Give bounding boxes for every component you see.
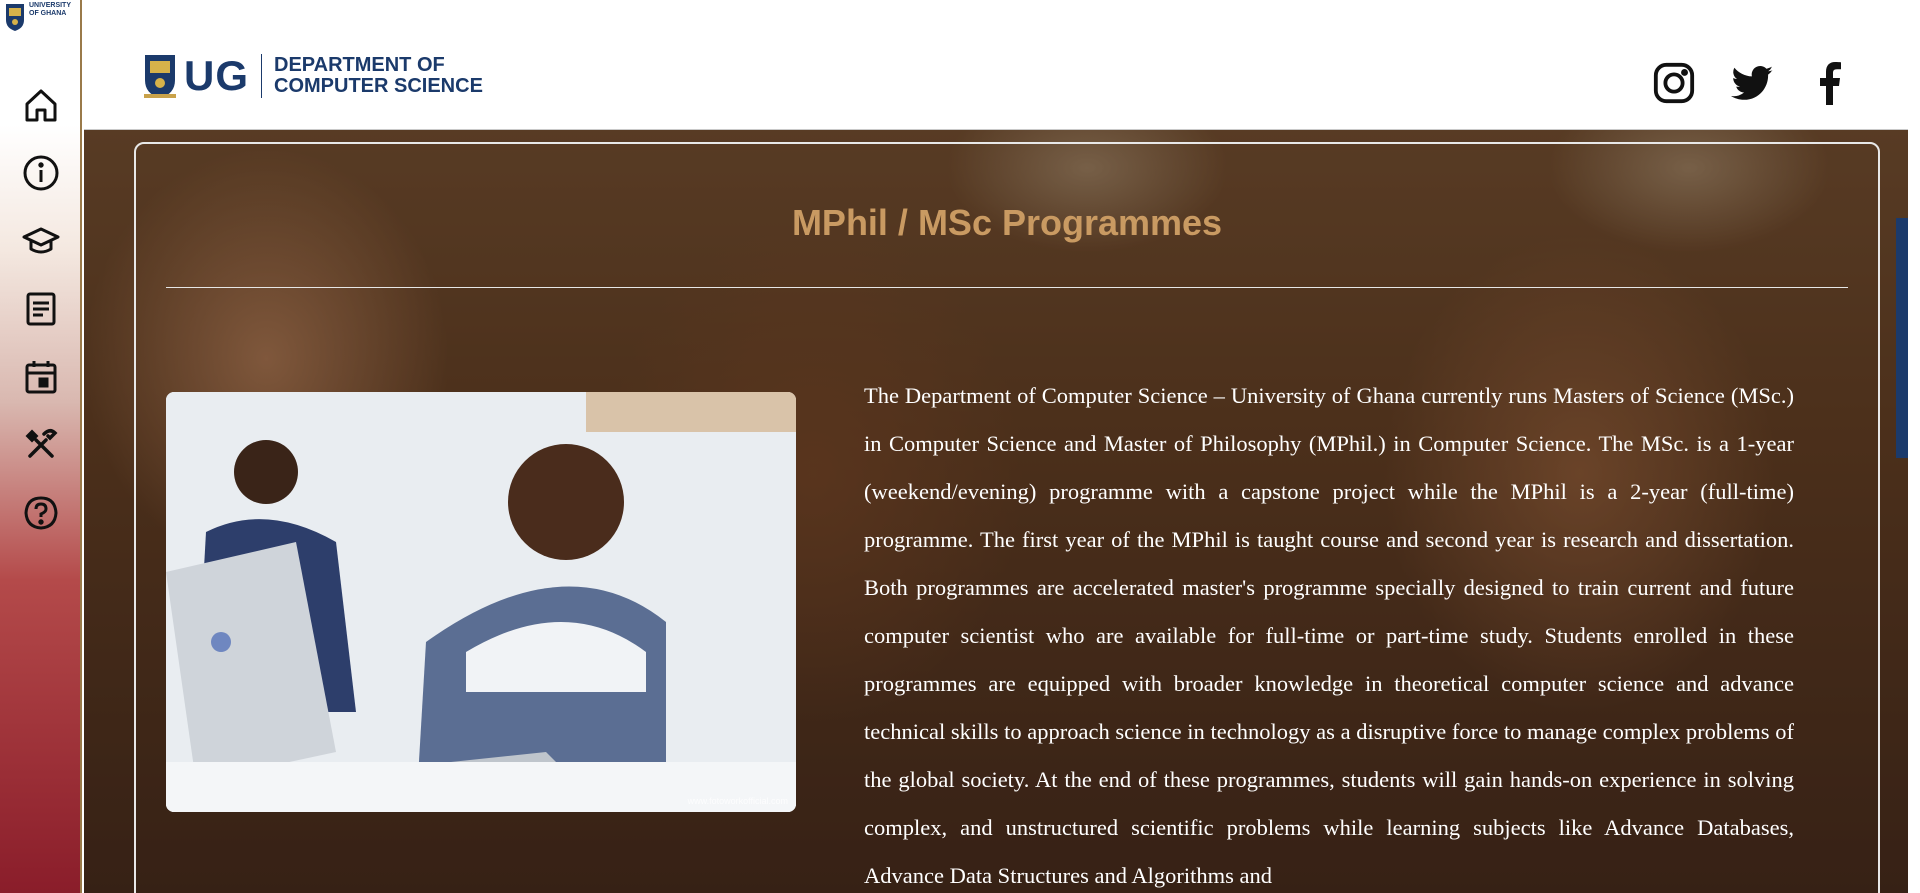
brand-department-name: DEPARTMENT OF COMPUTER SCIENCE	[274, 55, 483, 97]
accent-strip	[1896, 218, 1908, 458]
calendar-icon[interactable]	[20, 356, 62, 398]
programme-description: The Department of Computer Science – Uni…	[864, 383, 1794, 888]
photo-watermark: www.fotoworkofficial.com	[687, 796, 788, 806]
department-logo[interactable]: UG DEPARTMENT OF COMPUTER SCIENCE	[142, 52, 483, 100]
social-links	[1651, 60, 1853, 106]
twitter-icon[interactable]	[1729, 60, 1775, 106]
info-icon[interactable]	[20, 152, 62, 194]
tools-icon[interactable]	[20, 424, 62, 466]
site-header: UG DEPARTMENT OF COMPUTER SCIENCE	[84, 0, 1908, 130]
university-crest-icon	[6, 4, 24, 31]
home-icon[interactable]	[20, 84, 62, 126]
facebook-icon[interactable]	[1807, 60, 1853, 106]
brand-divider	[261, 54, 262, 98]
sidebar: UNIVERSITY OF GHANA	[0, 0, 82, 893]
university-logo-text: UNIVERSITY OF GHANA	[29, 2, 71, 17]
help-icon[interactable]	[20, 492, 62, 534]
brand-dept-line1: DEPARTMENT OF	[274, 54, 445, 76]
programme-panel: MPhil / MSc Programmes www.fotoworkoffic…	[134, 142, 1880, 893]
graduation-cap-icon[interactable]	[20, 220, 62, 262]
university-logo[interactable]: UNIVERSITY OF GHANA	[4, 2, 73, 32]
university-crest-icon	[144, 55, 176, 98]
brand-short-name: UG	[184, 52, 249, 99]
page-title: MPhil / MSc Programmes	[791, 202, 1223, 243]
instagram-icon[interactable]	[1651, 60, 1697, 106]
brand-dept-line2: COMPUTER SCIENCE	[274, 75, 483, 97]
student-photo: www.fotoworkofficial.com	[166, 392, 796, 812]
document-icon[interactable]	[20, 288, 62, 330]
hero-section: MPhil / MSc Programmes www.fotoworkoffic…	[84, 130, 1908, 893]
title-divider	[166, 287, 1848, 288]
